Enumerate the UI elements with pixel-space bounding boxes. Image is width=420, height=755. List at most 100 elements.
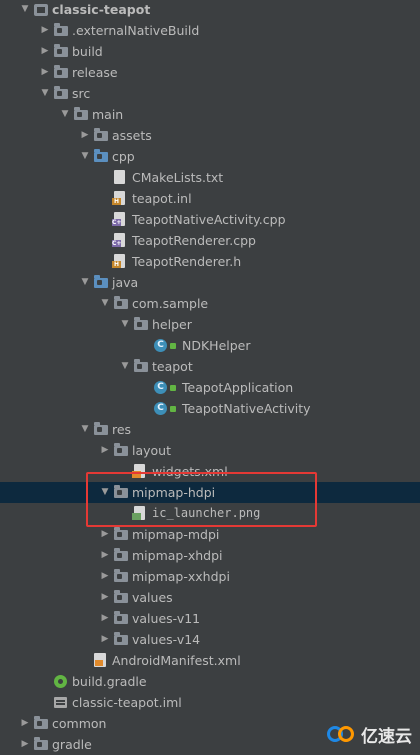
tree-item-assets[interactable]: ▶ assets [0,125,420,146]
expand-arrow-right-icon[interactable]: ▶ [98,524,112,545]
tree-item-helper[interactable]: ▼ helper [0,314,420,335]
tree-item-build[interactable]: ▶ build [0,41,420,62]
cpp-file-icon: C+ [112,233,125,247]
tree-item-teapotrenderer-cpp[interactable]: C+ TeapotRenderer.cpp [0,230,420,251]
expand-arrow-right-icon[interactable]: ▶ [18,713,32,734]
folder-icon [114,632,128,645]
tree-item-label: teapot.inl [132,191,192,206]
project-tree: ▼ classic-teapot ▶ .externalNativeBuild ▶ bui… [0,0,420,752]
expand-arrow-right-icon[interactable]: ▶ [38,20,52,41]
folder-icon [54,86,68,99]
tree-item-label: TeapotApplication [182,380,294,395]
tree-item-label: TeapotNativeActivity [182,401,311,416]
tree-item-teapotnativeactivity[interactable]: C TeapotNativeActivity [0,398,420,419]
tree-item-teapotrenderer-h[interactable]: H TeapotRenderer.h [0,251,420,272]
folder-icon [114,569,128,582]
folder-icon [114,527,128,540]
tree-item-label: values-v11 [132,611,201,626]
source-folder-icon [94,149,108,162]
manifest-file-icon [94,653,106,667]
expand-arrow-down-icon[interactable]: ▼ [98,482,112,503]
expand-arrow-down-icon[interactable]: ▼ [98,293,112,314]
folder-icon [134,359,148,372]
tree-item-main[interactable]: ▼ main [0,104,420,125]
expand-arrow-down-icon[interactable]: ▼ [78,146,92,167]
java-class-icon: C [154,339,167,352]
tree-item-com-sample[interactable]: ▼ com.sample [0,293,420,314]
tree-item-externalnativebuild[interactable]: ▶ .externalNativeBuild [0,20,420,41]
tree-item-mipmap-hdpi[interactable]: ▼ mipmap-hdpi [0,482,420,503]
tree-item-label: TeapotRenderer.cpp [132,233,256,248]
tree-item-widgets-xml[interactable]: widgets.xml [0,461,420,482]
tree-item-layout[interactable]: ▶ layout [0,440,420,461]
expand-arrow-right-icon[interactable]: ▶ [18,734,32,755]
visibility-icon [170,385,176,391]
expand-arrow-down-icon[interactable]: ▼ [18,0,32,20]
expand-arrow-down-icon[interactable]: ▼ [38,83,52,104]
expand-arrow-right-icon[interactable]: ▶ [38,62,52,83]
watermark-text: 亿速云 [361,726,412,747]
xml-file-icon [132,464,145,478]
expand-arrow-down-icon[interactable]: ▼ [58,104,72,125]
expand-arrow-down-icon[interactable]: ▼ [118,356,132,377]
tree-item-label: classic-teapot.iml [72,695,182,710]
java-class-icon: C [154,381,167,394]
tree-item-label: mipmap-mdpi [132,527,220,542]
folder-icon [114,443,128,456]
tree-item-label: widgets.xml [152,464,228,479]
source-folder-icon [94,275,108,288]
tree-item-label: main [92,107,124,122]
tree-item-teapot-inl[interactable]: Hteapot.inl [0,188,420,209]
folder-icon [34,716,48,729]
iml-file-icon [54,697,67,708]
tree-item-src[interactable]: ▼ src [0,83,420,104]
watermark: 亿速云 [327,722,412,747]
tree-item-label: values-v14 [132,632,201,647]
tree-item-cpp[interactable]: ▼ cpp [0,146,420,167]
tree-item-mipmap-xhdpi[interactable]: ▶ mipmap-xhdpi [0,545,420,566]
visibility-icon [170,343,176,349]
tree-item-label: values [132,590,173,605]
cpp-file-icon: C+ [112,212,125,226]
resource-folder-icon [94,422,108,435]
folder-icon [54,23,68,36]
expand-arrow-down-icon[interactable]: ▼ [78,419,92,440]
tree-item-ic-launcher-png[interactable]: ic_launcher.png [0,503,420,524]
tree-item-label: build [72,44,103,59]
expand-arrow-right-icon[interactable]: ▶ [98,629,112,650]
tree-item-cmakelists-txt[interactable]: CMakeLists.txt [0,167,420,188]
expand-arrow-right-icon[interactable]: ▶ [78,125,92,146]
tree-item-build-gradle[interactable]: build.gradle [0,671,420,692]
java-class-icon: C [154,402,167,415]
tree-item-teapot[interactable]: ▼ teapot [0,356,420,377]
tree-item-values-v14[interactable]: ▶ values-v14 [0,629,420,650]
expand-arrow-down-icon[interactable]: ▼ [118,314,132,335]
tree-item-classic-teapot-iml[interactable]: classic-teapot.iml [0,692,420,713]
tree-item-ndkhelper[interactable]: C NDKHelper [0,335,420,356]
expand-arrow-right-icon[interactable]: ▶ [98,545,112,566]
tree-item-values-v11[interactable]: ▶ values-v11 [0,608,420,629]
tree-item-mipmap-mdpi[interactable]: ▶ mipmap-mdpi [0,524,420,545]
tree-item-androidmanifest-xml[interactable]: AndroidManifest.xml [0,650,420,671]
tree-item-label: helper [152,317,192,332]
tree-item-label: src [72,86,91,101]
expand-arrow-right-icon[interactable]: ▶ [38,41,52,62]
tree-item-label: res [112,422,132,437]
folder-icon [34,737,48,750]
tree-item-res[interactable]: ▼ res [0,419,420,440]
expand-arrow-right-icon[interactable]: ▶ [98,566,112,587]
expand-arrow-right-icon[interactable]: ▶ [98,587,112,608]
tree-item-release[interactable]: ▶ release [0,62,420,83]
expand-arrow-right-icon[interactable]: ▶ [98,440,112,461]
tree-item-mipmap-xxhdpi[interactable]: ▶ mipmap-xxhdpi [0,566,420,587]
tree-item-label: cpp [112,149,135,164]
png-file-icon [132,506,145,520]
expand-arrow-down-icon[interactable]: ▼ [78,272,92,293]
tree-item-teapotapplication[interactable]: C TeapotApplication [0,377,420,398]
tree-item-teapotnativeactivity-cpp[interactable]: C+ TeapotNativeActivity.cpp [0,209,420,230]
expand-arrow-right-icon[interactable]: ▶ [98,608,112,629]
folder-icon [114,485,128,498]
tree-item-values[interactable]: ▶ values [0,587,420,608]
tree-item-classic-teapot[interactable]: ▼ classic-teapot [0,0,420,20]
tree-item-java[interactable]: ▼ java [0,272,420,293]
